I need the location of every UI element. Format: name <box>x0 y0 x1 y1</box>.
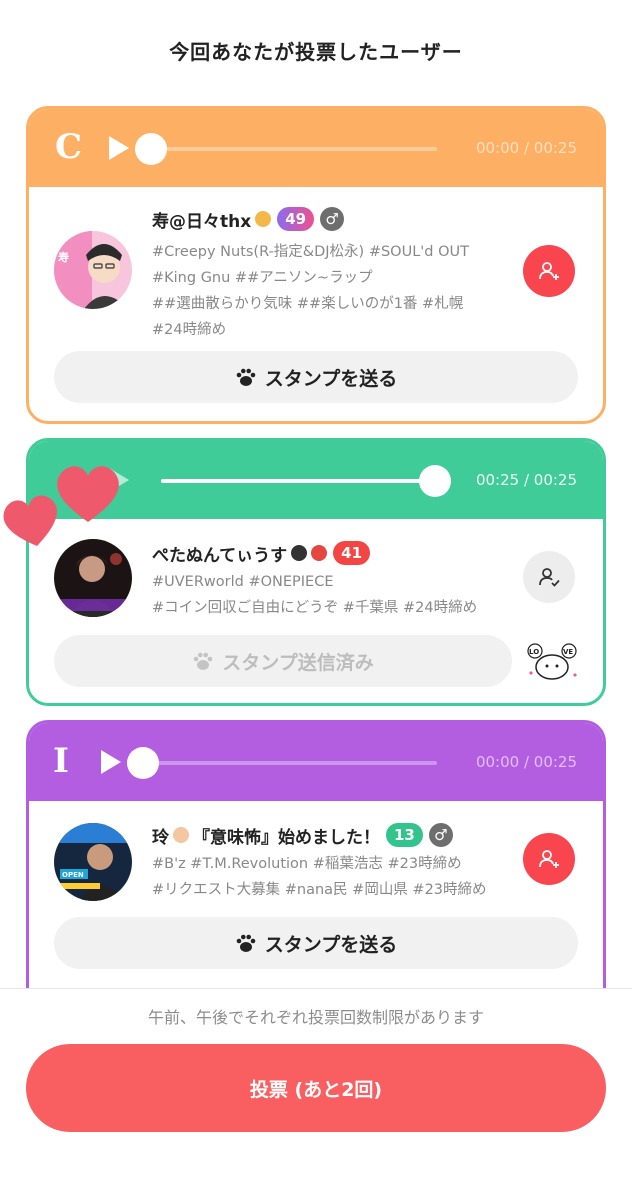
grade-label: I <box>53 741 69 781</box>
username[interactable]: ぺたぬんてぃうす <box>152 541 287 566</box>
audio-progress-knob[interactable] <box>419 465 451 497</box>
voted-user-card: C 00:00 / 00:25 寿 寿@日々thx 49 ♂ #Creepy N… <box>26 106 606 424</box>
paw-icon <box>235 932 257 954</box>
username-suffix: 『意味怖』始めました！ <box>193 827 380 848</box>
audio-player: I 00:00 / 00:25 <box>29 723 603 801</box>
tag-line: #King Gnu ##アニソン~ラップ <box>152 270 373 286</box>
audio-progress-knob[interactable] <box>135 133 167 165</box>
send-stamp-button[interactable]: スタンプを送る <box>54 917 578 969</box>
folded-hands-emoji-icon <box>255 211 272 227</box>
audio-time: 00:25 / 00:25 <box>475 471 577 489</box>
username[interactable]: 玲 <box>152 823 169 848</box>
level-badge: 13 <box>386 823 423 847</box>
user-info: 寿@日々thx 49 ♂ #Creepy Nuts(R-指定&DJ松永) #SO… <box>152 205 512 343</box>
page-title: 今回あなたが投票したユーザー <box>169 40 463 64</box>
send-stamp-label: スタンプを送る <box>264 367 398 390</box>
add-user-icon <box>539 262 559 280</box>
svg-text:VE: VE <box>563 648 573 656</box>
floating-heart-icon <box>3 495 57 546</box>
tag-line: #UVERworld #ONEPIECE <box>152 574 334 590</box>
love-cat-sticker-icon: LO VE <box>525 639 579 683</box>
stamp-sent-label: スタンプ送信済み <box>222 651 374 674</box>
stamp-sent-button: スタンプ送信済み <box>54 635 512 687</box>
heart-emoji-icon <box>311 545 328 561</box>
play-icon[interactable] <box>101 750 121 774</box>
name-row: 玲 『意味怖』始めました！ 13 ♂ <box>152 821 512 849</box>
svg-text:LO: LO <box>529 648 539 656</box>
avatar[interactable] <box>54 539 132 617</box>
voted-user-card: I 00:00 / 00:25 OPEN 玲 『意味怖』始めました！ 13 ♂ … <box>26 720 606 988</box>
audio-time: 00:00 / 00:25 <box>475 139 577 157</box>
name-row: ぺたぬんてぃうす 41 <box>152 539 512 567</box>
penguin-emoji-icon <box>291 545 308 561</box>
male-gender-icon: ♂ <box>320 207 345 231</box>
audio-player: C 00:00 / 00:25 <box>29 109 603 187</box>
paw-icon <box>235 366 257 388</box>
level-badge: 41 <box>333 541 371 565</box>
tag-list: #Creepy Nuts(R-指定&DJ松永) #SOUL'd OUT #Kin… <box>152 239 512 343</box>
audio-time: 00:00 / 00:25 <box>475 753 577 771</box>
following-button[interactable] <box>523 551 575 603</box>
baby-face-emoji-icon <box>173 827 189 843</box>
send-stamp-label: スタンプを送る <box>264 933 398 956</box>
tag-line: ##選曲散らかり気味 ##楽しいのが1番 #札幌 <box>152 296 464 312</box>
follow-button[interactable] <box>523 833 575 885</box>
user-info: 玲 『意味怖』始めました！ 13 ♂ #B'z #T.M.Revolution … <box>152 821 512 903</box>
male-gender-icon: ♂ <box>428 823 453 847</box>
user-followed-icon <box>539 568 560 587</box>
level-badge: 49 <box>277 207 315 231</box>
svg-text:OPEN: OPEN <box>62 871 84 879</box>
grade-label: C <box>55 127 83 167</box>
play-icon[interactable] <box>109 136 129 160</box>
tag-line: #B'z #T.M.Revolution #稲葉浩志 #23時締め <box>152 856 462 872</box>
vote-button[interactable]: 投票 (あと2回) <box>26 1044 606 1132</box>
avatar[interactable]: 寿 <box>54 231 132 309</box>
tag-line: #リクエスト大募集 #nana民 #岡山県 #23時締め <box>152 882 487 898</box>
audio-progress-track[interactable] <box>127 747 437 779</box>
vote-limit-notice: 午前、午後でそれぞれ投票回数制限があります <box>147 1008 484 1027</box>
tag-line: #Creepy Nuts(R-指定&DJ松永) #SOUL'd OUT <box>152 244 469 260</box>
follow-button[interactable] <box>523 245 575 297</box>
send-stamp-button[interactable]: スタンプを送る <box>54 351 578 403</box>
tag-list: #B'z #T.M.Revolution #稲葉浩志 #23時締め #リクエスト… <box>152 851 512 903</box>
footer-divider <box>0 988 632 989</box>
tag-line: #24時締め <box>152 322 227 338</box>
tag-list: #UVERworld #ONEPIECE #コイン回収ご自由にどうぞ #千葉県 … <box>152 569 512 621</box>
audio-progress-fill <box>161 479 435 483</box>
tag-line: #コイン回収ご自由にどうぞ #千葉県 #24時締め <box>152 600 478 616</box>
audio-progress-track[interactable] <box>161 465 451 497</box>
name-row: 寿@日々thx 49 ♂ <box>152 205 512 233</box>
paw-icon <box>192 650 214 672</box>
audio-progress-knob[interactable] <box>127 747 159 779</box>
username[interactable]: 寿@日々thx <box>152 207 251 232</box>
avatar[interactable]: OPEN <box>54 823 132 901</box>
svg-text:寿: 寿 <box>58 250 69 264</box>
audio-progress-track[interactable] <box>135 133 437 165</box>
add-user-icon <box>539 850 559 868</box>
user-info: ぺたぬんてぃうす 41 #UVERworld #ONEPIECE #コイン回収ご… <box>152 539 512 621</box>
